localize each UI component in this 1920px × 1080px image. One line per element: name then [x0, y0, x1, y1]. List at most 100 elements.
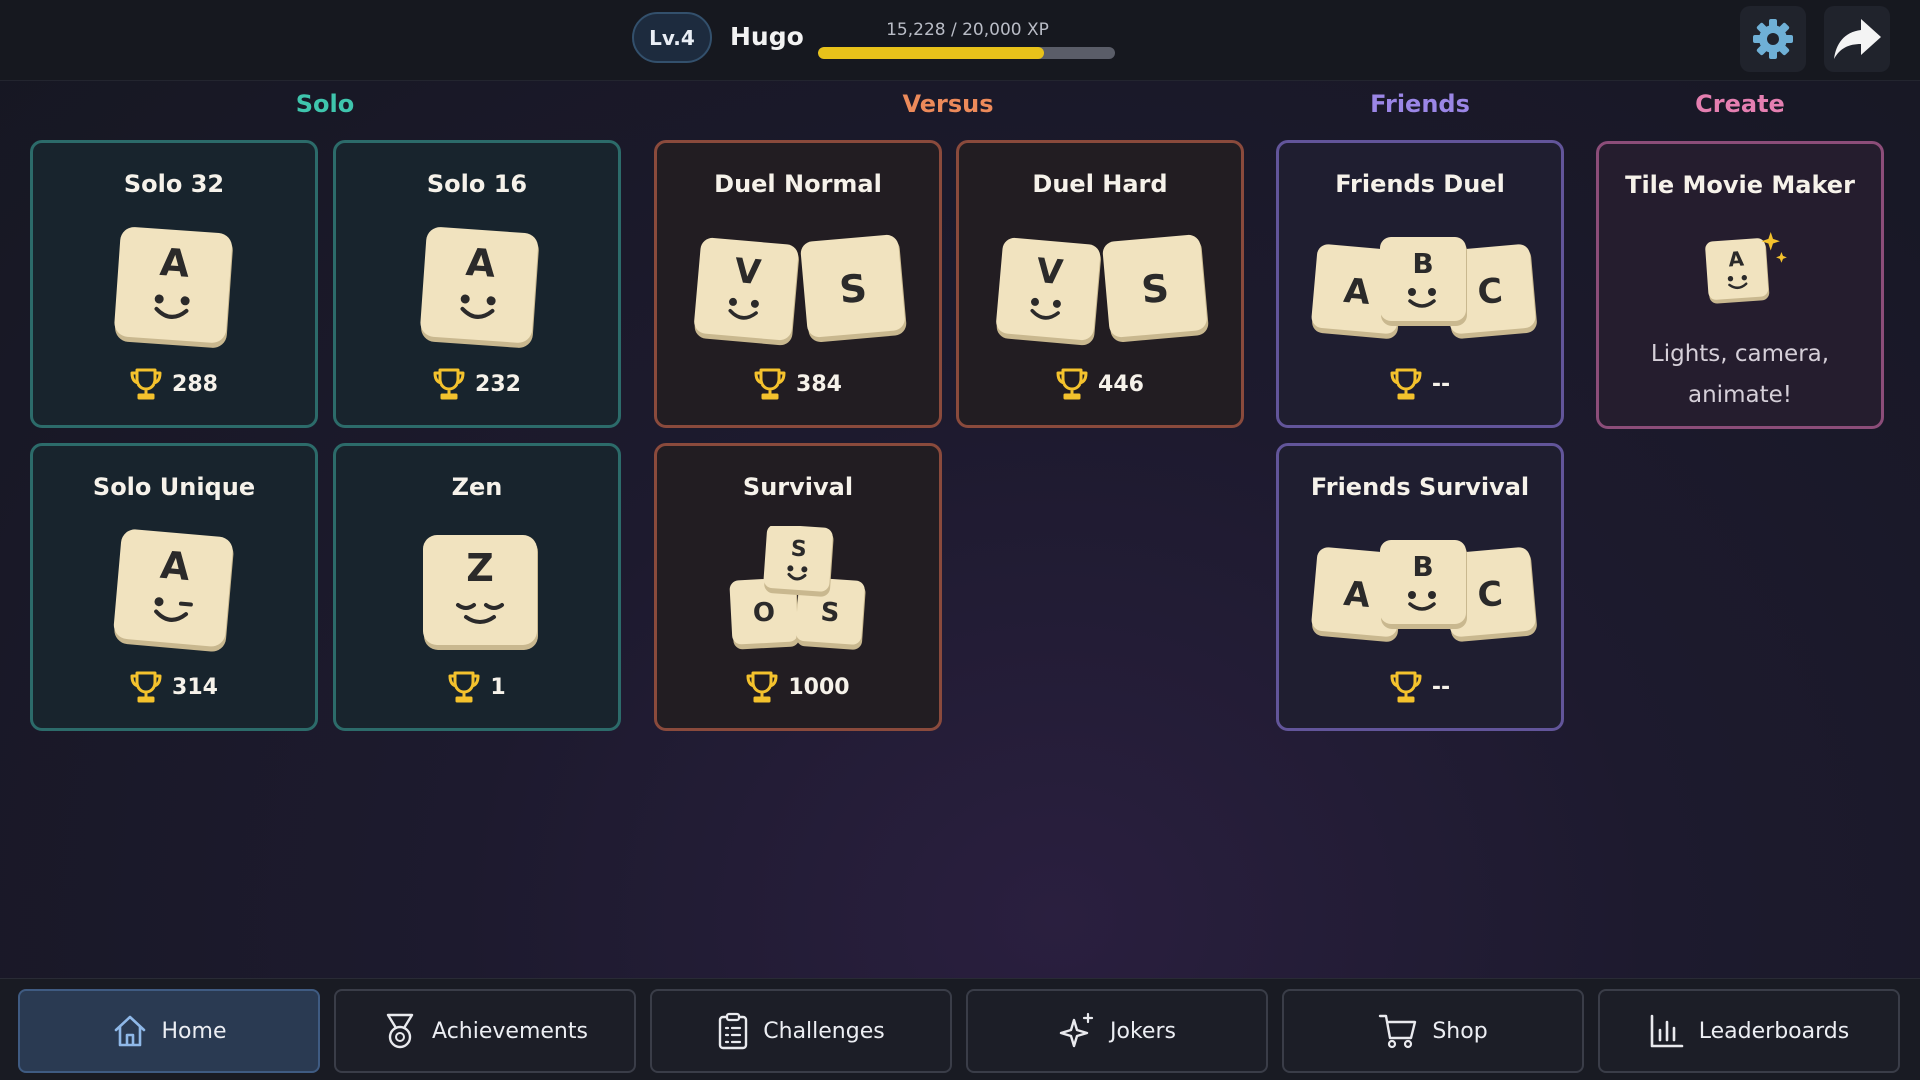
- nav-label: Leaderboards: [1698, 1018, 1850, 1044]
- bottom-navigation: Home Achievements Challenges Jokers Shop…: [0, 978, 1920, 1080]
- bar-chart-icon: [1650, 1014, 1684, 1048]
- nav-home[interactable]: Home: [18, 989, 320, 1073]
- section-title-solo: Solo: [295, 90, 355, 118]
- card-duel-normal[interactable]: Duel Normal V S 384: [654, 140, 942, 428]
- card-title: Solo 32: [123, 170, 225, 198]
- score-value: 288: [172, 371, 218, 397]
- sparkles-icon: [1059, 1012, 1094, 1048]
- score-value: --: [1431, 674, 1451, 700]
- tile-letter: A: [159, 240, 192, 286]
- tile-letter: Z: [466, 546, 494, 590]
- card-score: 446: [959, 367, 1241, 401]
- trophy-icon: [1390, 368, 1422, 400]
- friends-tiles-icon: A C B: [1311, 540, 1537, 642]
- letter-tile-icon: Z: [423, 535, 538, 650]
- card-survival[interactable]: Survival O S S 1000: [654, 443, 942, 731]
- tile-letter: V: [1035, 251, 1065, 293]
- score-value: 446: [1098, 371, 1144, 397]
- card-friends-survival[interactable]: Friends Survival A C B --: [1276, 443, 1564, 731]
- tile-letter: V: [733, 251, 763, 293]
- card-title: Duel Normal: [714, 170, 882, 198]
- cart-icon: [1379, 1014, 1417, 1049]
- card-score: 1: [336, 670, 618, 704]
- xp-text: 15,228 / 20,000 XP: [886, 20, 1049, 40]
- letter-tile-icon: A: [113, 529, 234, 652]
- card-duel-hard[interactable]: Duel Hard V S 446: [956, 140, 1244, 428]
- survival-tiles-icon: O S S: [729, 526, 866, 650]
- card-score: 384: [657, 367, 939, 401]
- card-title: Tile Movie Maker: [1625, 171, 1855, 199]
- xp-progress-bar: [818, 47, 1115, 59]
- tile-letter: S: [790, 536, 808, 562]
- versus-tiles-icon: V S: [996, 234, 1209, 346]
- card-score: --: [1279, 670, 1561, 704]
- card-solo-32[interactable]: Solo 32 A 288: [30, 140, 318, 428]
- trophy-icon: [754, 368, 786, 400]
- section-title-create: Create: [1695, 90, 1785, 118]
- tile-letter: A: [1342, 271, 1372, 313]
- nav-jokers[interactable]: Jokers: [966, 989, 1268, 1073]
- card-score: --: [1279, 367, 1561, 401]
- score-value: 1000: [788, 674, 850, 700]
- card-tile-movie-maker[interactable]: Tile Movie Maker A Lights, camera, anima…: [1596, 141, 1884, 429]
- card-friends-duel[interactable]: Friends Duel A C B --: [1276, 140, 1564, 428]
- card-title: Survival: [742, 473, 854, 501]
- description-line: Lights, camera,: [1650, 341, 1830, 367]
- section-title-friends: Friends: [1370, 90, 1470, 118]
- section-title-versus: Versus: [902, 90, 994, 118]
- tile-letter: S: [820, 597, 841, 628]
- medal-icon: [386, 1013, 414, 1049]
- score-value: 384: [796, 371, 842, 397]
- card-title: Friends Survival: [1310, 473, 1530, 501]
- settings-button[interactable]: [1740, 6, 1806, 72]
- tile-letter: A: [1342, 574, 1372, 616]
- friends-tiles-icon: A C B: [1311, 237, 1537, 339]
- top-bar: Lv.4 Hugo 15,228 / 20,000 XP: [0, 0, 1920, 81]
- card-score: 232: [336, 367, 618, 401]
- nav-achievements[interactable]: Achievements: [334, 989, 636, 1073]
- share-arrow-icon: [1834, 19, 1881, 59]
- nav-shop[interactable]: Shop: [1282, 989, 1584, 1073]
- trophy-icon: [130, 368, 162, 400]
- tile-letter: A: [159, 543, 193, 589]
- trophy-icon: [1056, 368, 1088, 400]
- trophy-icon: [1390, 671, 1422, 703]
- trophy-icon: [433, 368, 465, 400]
- nav-label: Challenges: [763, 1018, 885, 1044]
- nav-label: Jokers: [1110, 1018, 1176, 1044]
- card-title: Solo 16: [426, 170, 528, 198]
- clipboard-icon: [719, 1012, 748, 1050]
- tile-letter: O: [752, 597, 776, 628]
- xp-progress-fill: [818, 47, 1044, 59]
- nav-leaderboards[interactable]: Leaderboards: [1598, 989, 1900, 1073]
- share-button[interactable]: [1824, 6, 1890, 72]
- trophy-icon: [448, 671, 480, 703]
- level-badge: Lv.4: [632, 12, 712, 63]
- letter-tile-icon: A: [420, 227, 539, 348]
- tile-letter: B: [1412, 550, 1433, 583]
- score-value: --: [1431, 371, 1451, 397]
- card-score: 288: [33, 367, 315, 401]
- card-title: Friends Duel: [1335, 170, 1505, 198]
- gear-icon: [1753, 19, 1793, 59]
- description-line: animate!: [1688, 382, 1792, 408]
- nav-challenges[interactable]: Challenges: [650, 989, 952, 1073]
- card-solo-16[interactable]: Solo 16 A 232: [333, 140, 621, 428]
- card-description: Lights, camera, animate!: [1619, 334, 1861, 416]
- tile-letter: C: [1476, 271, 1504, 313]
- nav-label: Achievements: [432, 1018, 588, 1044]
- nav-label: Shop: [1432, 1018, 1488, 1044]
- card-title: Solo Unique: [92, 473, 256, 501]
- tile-letter: A: [1727, 246, 1745, 271]
- letter-tile-icon: A: [114, 227, 233, 348]
- card-title: Zen: [451, 473, 503, 501]
- trophy-icon: [130, 671, 162, 703]
- score-value: 232: [475, 371, 521, 397]
- home-icon: [114, 1015, 145, 1047]
- tile-letter: A: [465, 240, 498, 286]
- player-name: Hugo: [730, 22, 804, 51]
- versus-tiles-icon: V S: [694, 234, 907, 346]
- sparkle-tile-icon: A: [1705, 232, 1787, 304]
- card-zen[interactable]: Zen Z 1: [333, 443, 621, 731]
- card-solo-unique[interactable]: Solo Unique A 314: [30, 443, 318, 731]
